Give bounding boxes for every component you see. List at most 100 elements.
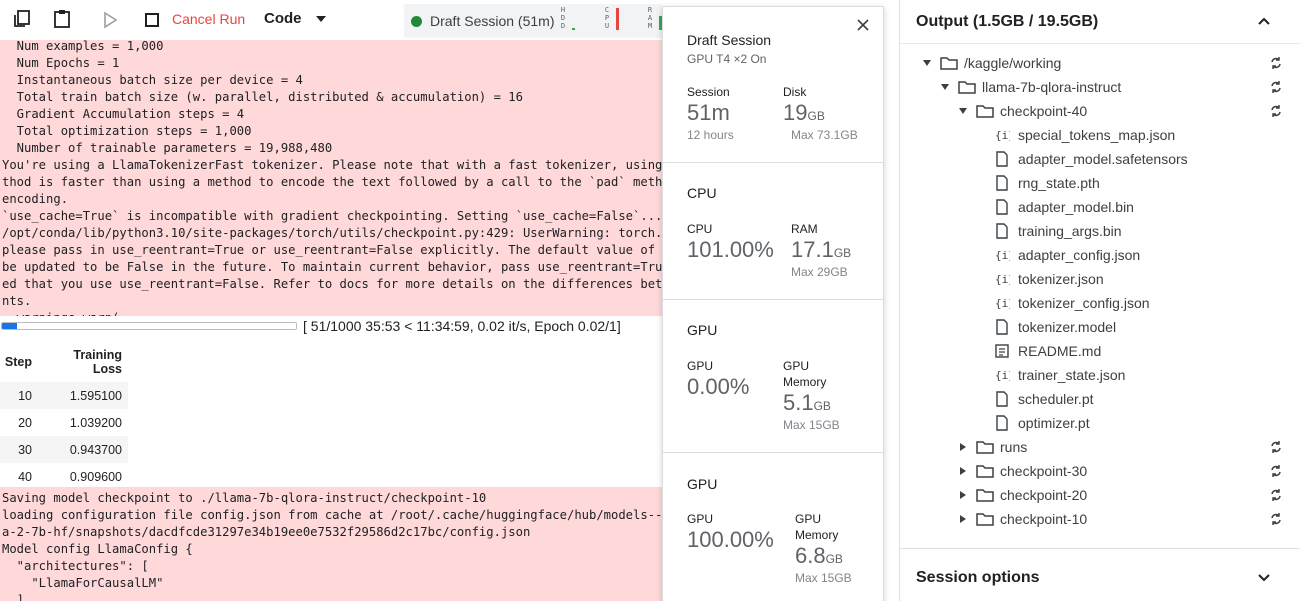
stop-icon [145, 13, 159, 27]
meter-label-cpu: C P U [604, 6, 610, 30]
column-header-training-loss: Training Loss [73, 348, 122, 376]
output-panel: Output (1.5GB / 19.5GB) /kaggle/working l… [899, 0, 1300, 601]
folder-icon [940, 57, 958, 70]
session-stat-value: 51m [687, 100, 730, 125]
tree-item-label: rng_state.pth [1018, 175, 1100, 191]
tree-item-label: tokenizer.json [1018, 271, 1104, 287]
tree-file-row[interactable]: scheduler.pt [900, 387, 1300, 411]
tree-file-row[interactable]: adapter_model.bin [900, 195, 1300, 219]
stderr-output-bottom: Saving model checkpoint to ./llama-7b-ql… [0, 487, 663, 601]
disk-stat-label: Disk [783, 85, 807, 99]
table-row: 10 1.595100 [0, 382, 128, 409]
tree-item-label: adapter_model.bin [1018, 199, 1134, 215]
sync-icon[interactable] [1269, 464, 1283, 478]
gpu-stat-value: 100.00% [687, 527, 774, 552]
session-stat-label: Session [687, 85, 730, 99]
run-cell-button[interactable] [100, 10, 120, 30]
cell-type-label: Code [264, 10, 302, 27]
session-limit: 12 hours [687, 128, 734, 142]
play-icon [104, 11, 118, 29]
session-options-title[interactable]: Session options [916, 569, 1040, 587]
sync-icon[interactable] [1269, 80, 1283, 94]
tree-folder-row[interactable]: llama-7b-qlora-instruct [900, 75, 1300, 99]
gpu-memory-value: 6.8GB [795, 543, 843, 569]
json-file-icon: {i} [995, 129, 1010, 142]
tree-file-row[interactable]: training_args.bin [900, 219, 1300, 243]
tree-folder-row[interactable]: checkpoint-30 [900, 459, 1300, 483]
training-loss-table: Step Training Loss 10 1.595100 20 1.039200 3… [0, 342, 128, 490]
tree-folder-row[interactable]: checkpoint-40 [900, 99, 1300, 123]
folder-icon [958, 81, 976, 94]
tree-folder-row[interactable]: checkpoint-10 [900, 507, 1300, 531]
table-row: 40 0.909600 [0, 463, 128, 490]
session-summary-section: Draft Session GPU T4 ×2 On Session 51m 1… [663, 7, 883, 163]
tree-folder-row[interactable]: /kaggle/working [900, 51, 1300, 75]
session-status-label: Draft Session (51m) [430, 13, 555, 29]
cell-type-dropdown[interactable]: Code [264, 10, 326, 27]
caret-right-icon [960, 491, 966, 499]
json-file-icon: {i} [995, 369, 1010, 382]
tree-file-row[interactable]: {i} tokenizer.json [900, 267, 1300, 291]
tree-item-label: optimizer.pt [1018, 415, 1090, 431]
file-icon [996, 175, 1008, 191]
sync-icon[interactable] [1269, 488, 1283, 502]
tree-file-row[interactable]: README.md [900, 339, 1300, 363]
folder-icon [976, 513, 994, 526]
meter-bar-hdd [572, 28, 575, 30]
gpu-section-1: GPU GPU 100.00% GPU Memory 6.8GB Max 15G… [663, 453, 883, 601]
sync-icon[interactable] [1269, 440, 1283, 454]
stop-button[interactable] [142, 10, 162, 30]
tree-item-label: runs [1000, 439, 1028, 455]
folder-icon [976, 441, 994, 454]
column-header-step: Step [4, 355, 32, 369]
tree-file-row[interactable]: {i} special_tokens_map.json [900, 123, 1300, 147]
tree-file-row[interactable]: optimizer.pt [900, 411, 1300, 435]
sync-icon[interactable] [1269, 512, 1283, 526]
tree-item-label: scheduler.pt [1018, 391, 1094, 407]
caret-right-icon [960, 443, 966, 451]
tree-file-row[interactable]: {i} adapter_config.json [900, 243, 1300, 267]
tree-folder-row[interactable]: checkpoint-20 [900, 483, 1300, 507]
svg-text:{i}: {i} [995, 129, 1010, 142]
tree-file-row[interactable]: tokenizer.model [900, 315, 1300, 339]
tree-item-label: tokenizer.model [1018, 319, 1117, 335]
ram-unit: GB [833, 246, 852, 260]
table-header-row: Step Training Loss [0, 342, 128, 382]
sync-icon[interactable] [1269, 56, 1283, 70]
tree-file-row[interactable]: rng_state.pth [900, 171, 1300, 195]
copy-button[interactable] [12, 9, 32, 29]
json-file-icon: {i} [995, 297, 1010, 310]
gpu-stat-label: GPU [687, 512, 714, 526]
file-icon [996, 199, 1008, 215]
divider [900, 548, 1300, 549]
session-status-button[interactable]: Draft Session (51m) H D D C P U R A M [404, 4, 662, 38]
tree-item-label: adapter_model.safetensors [1018, 151, 1188, 167]
tree-item-label: adapter_config.json [1018, 247, 1141, 263]
caret-down-icon [923, 60, 931, 66]
tree-item-label: special_tokens_map.json [1018, 127, 1176, 143]
caret-right-icon [960, 515, 966, 523]
tree-file-row[interactable]: {i} trainer_state.json [900, 363, 1300, 387]
cpu-section-title: CPU [687, 185, 717, 201]
sync-icon[interactable] [1269, 104, 1283, 118]
tree-folder-row[interactable]: runs [900, 435, 1300, 459]
json-file-icon: {i} [995, 249, 1010, 262]
file-icon [996, 391, 1008, 407]
cpu-stat-value: 101.00% [687, 237, 774, 262]
tree-item-label: README.md [1018, 343, 1102, 359]
cancel-run-button[interactable]: Cancel Run [172, 11, 245, 27]
progress-bar [1, 322, 297, 330]
gpu-section-title: GPU [687, 322, 718, 338]
gpu-memory-max: Max 15GB [795, 571, 852, 585]
expand-session-options-chevron-icon[interactable] [1256, 570, 1272, 586]
tree-item-label: trainer_state.json [1018, 367, 1126, 383]
gpu-memory-unit: GB [825, 552, 843, 566]
svg-text:{i}: {i} [995, 297, 1010, 310]
file-icon [996, 415, 1008, 431]
caret-down-icon [941, 84, 949, 90]
gpu-memory-number: 6.8 [795, 543, 826, 568]
tree-file-row[interactable]: {i} tokenizer_config.json [900, 291, 1300, 315]
collapse-output-chevron-icon[interactable] [1256, 13, 1272, 29]
tree-file-row[interactable]: adapter_model.safetensors [900, 147, 1300, 171]
paste-button[interactable] [52, 8, 72, 28]
